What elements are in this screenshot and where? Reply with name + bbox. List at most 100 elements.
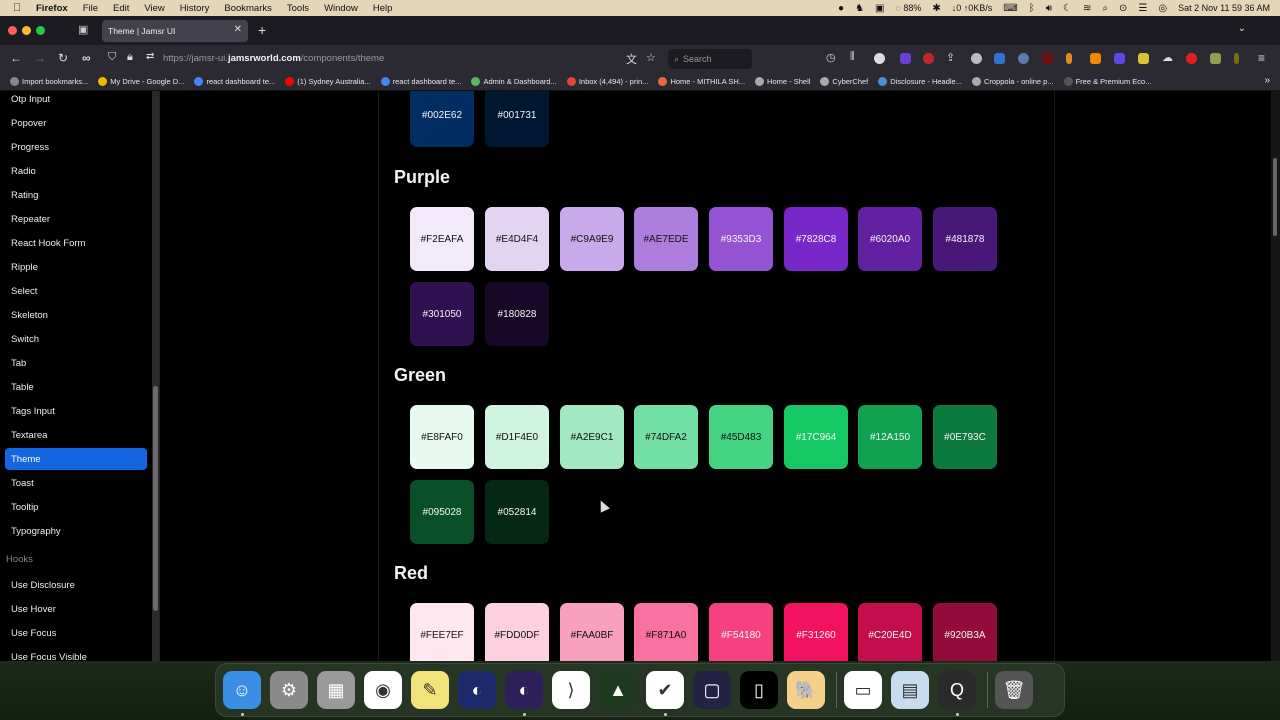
lock-icon[interactable]: 🔒︎	[127, 51, 133, 64]
color-swatch[interactable]: #6020A0	[858, 207, 922, 271]
tab-theme[interactable]: Theme | Jamsr UI ✕	[102, 20, 248, 42]
elephant-icon[interactable]: ♞	[855, 3, 864, 14]
page-scrollbar-thumb[interactable]	[1273, 158, 1277, 236]
color-swatch[interactable]: #0E793C	[933, 405, 997, 469]
window-minimize-button[interactable]	[22, 26, 31, 35]
bookmark-item[interactable]: (1) Sydney Australia...	[285, 77, 371, 86]
sidebar-item-tab[interactable]: Tab	[5, 352, 147, 374]
extension-icon[interactable]	[1138, 53, 1149, 64]
tab-close-icon[interactable]: ✕	[234, 24, 242, 35]
color-swatch[interactable]: #180828	[485, 282, 549, 346]
menu-bookmarks[interactable]: Bookmarks	[224, 3, 272, 14]
dock-preview-icon[interactable]: ▤	[891, 671, 929, 709]
dock-todo-icon[interactable]: ✔	[646, 671, 684, 709]
bookmark-item[interactable]: Home - Shell	[755, 77, 810, 86]
menu-app-firefox[interactable]: Firefox	[36, 3, 68, 14]
gear-icon[interactable]: ✱	[932, 3, 940, 14]
sidebar-item-tooltip[interactable]: Tooltip	[5, 496, 147, 518]
color-swatch[interactable]: #E8FAF0	[410, 405, 474, 469]
sidebar-item-use-focus-visible[interactable]: Use Focus Visible	[5, 646, 147, 662]
color-swatch[interactable]: #F31260	[784, 603, 848, 661]
forward-arrow-icon[interactable]: →	[34, 51, 46, 65]
dock-finder-icon[interactable]: ☺	[223, 671, 261, 709]
dock-trash-icon[interactable]: 🗑	[995, 671, 1033, 709]
sidebar-item-tags-input[interactable]: Tags Input	[5, 400, 147, 422]
extension-icon[interactable]	[1066, 53, 1072, 64]
dock-system-settings-icon[interactable]: ⚙	[270, 671, 308, 709]
menu-view[interactable]: View	[144, 3, 164, 14]
control-center-icon[interactable]: ☰	[1138, 3, 1147, 14]
color-swatch[interactable]: #002E62	[410, 91, 474, 147]
clock[interactable]: Sat 2 Nov 11 59 36 AM	[1178, 3, 1270, 13]
sidebar-item-react-hook-form[interactable]: React Hook Form	[5, 232, 147, 254]
color-swatch[interactable]: #095028	[410, 480, 474, 544]
extension-icon[interactable]	[994, 53, 1005, 64]
color-swatch[interactable]: #AE7EDE	[634, 207, 698, 271]
sidebar-item-use-disclosure[interactable]: Use Disclosure	[5, 574, 147, 596]
share-icon[interactable]: ⇪	[946, 51, 955, 64]
sidebar-item-use-focus[interactable]: Use Focus	[5, 622, 147, 644]
bookmark-item[interactable]: react dashboard te...	[380, 77, 461, 86]
translate-icon[interactable]: ⽂	[626, 51, 637, 67]
color-swatch[interactable]: #FEE7EF	[410, 603, 474, 661]
menu-file[interactable]: File	[83, 3, 98, 14]
extension-icon[interactable]	[1186, 53, 1197, 64]
sidebar-item-use-hover[interactable]: Use Hover	[5, 598, 147, 620]
color-swatch[interactable]: #FDD0DF	[485, 603, 549, 661]
color-swatch[interactable]: #45D483	[709, 405, 773, 469]
permissions-icon[interactable]: ⇄	[146, 51, 154, 62]
bookmark-item[interactable]: Inbox (4,494) - prin...	[566, 77, 648, 86]
dock-simulator-icon[interactable]: ▢	[693, 671, 731, 709]
bookmark-item[interactable]: Free & Premium Eco...	[1063, 77, 1151, 86]
sidebar-scrollbar[interactable]	[152, 91, 159, 661]
color-swatch[interactable]: #D1F4E0	[485, 405, 549, 469]
color-swatch[interactable]: #F2EAFA	[410, 207, 474, 271]
menu-window[interactable]: Window	[324, 3, 358, 14]
color-swatch[interactable]: #7828C8	[784, 207, 848, 271]
sidebar-item-progress[interactable]: Progress	[5, 136, 147, 158]
color-swatch[interactable]: #F54180	[709, 603, 773, 661]
bookmark-item[interactable]: Import bookmarks...	[10, 77, 88, 86]
color-swatch[interactable]: #FAA0BF	[560, 603, 624, 661]
color-swatch[interactable]: #920B3A	[933, 603, 997, 661]
dock-firefox-developer-icon[interactable]: ◐	[458, 671, 496, 709]
cloud-icon[interactable]: ☁	[1162, 51, 1173, 64]
extension-icon[interactable]	[1090, 53, 1101, 64]
dock-notion-like-icon[interactable]: ▯	[740, 671, 778, 709]
siri-icon[interactable]: ◎	[1158, 3, 1167, 14]
extension-icon[interactable]	[1210, 53, 1221, 64]
search-input[interactable]: ⌕ Search	[668, 49, 752, 69]
color-swatch[interactable]: #481878	[933, 207, 997, 271]
bookmark-item[interactable]: Admin & Dashboard...	[471, 77, 557, 86]
bookmark-item[interactable]: Croppola - online p...	[971, 77, 1054, 86]
extension-icon[interactable]	[1018, 53, 1029, 64]
color-swatch[interactable]: #001731	[485, 91, 549, 147]
extension-icon[interactable]	[1234, 53, 1239, 64]
color-swatch[interactable]: #052814	[485, 480, 549, 544]
color-swatch[interactable]: #C20E4D	[858, 603, 922, 661]
extension-icon[interactable]	[923, 53, 934, 64]
dock-notes-icon[interactable]: ✎	[411, 671, 449, 709]
sidebar-item-typography[interactable]: Typography	[5, 520, 147, 542]
window-close-button[interactable]	[8, 26, 17, 35]
extension-icon[interactable]	[971, 53, 982, 64]
sidebar-item-toast[interactable]: Toast	[5, 472, 147, 494]
sidebar-item-popover[interactable]: Popover	[5, 112, 147, 134]
color-swatch[interactable]: #9353D3	[709, 207, 773, 271]
bookmark-item[interactable]: My Drive - Google D...	[98, 77, 184, 86]
menu-help[interactable]: Help	[373, 3, 393, 14]
sidebar-item-table[interactable]: Table	[5, 376, 147, 398]
extension-icon[interactable]	[874, 53, 885, 64]
sidebar-item-select[interactable]: Select	[5, 280, 147, 302]
tab-overview-icon[interactable]: ▣	[78, 23, 88, 36]
extension-icon[interactable]	[900, 53, 911, 64]
battery-status[interactable]: ◌ 88%	[896, 3, 922, 13]
moon-icon[interactable]: ☾	[1063, 3, 1072, 14]
dock-tableplus-icon[interactable]: 🐘	[787, 671, 825, 709]
dock-chrome-icon[interactable]: ◉	[364, 671, 402, 709]
private-mask-icon[interactable]: ∞	[82, 51, 91, 65]
new-tab-button[interactable]: +	[258, 22, 266, 38]
sidebar-item-rating[interactable]: Rating	[5, 184, 147, 206]
dock-launchpad-icon[interactable]: ▦	[317, 671, 355, 709]
color-swatch[interactable]: #12A150	[858, 405, 922, 469]
